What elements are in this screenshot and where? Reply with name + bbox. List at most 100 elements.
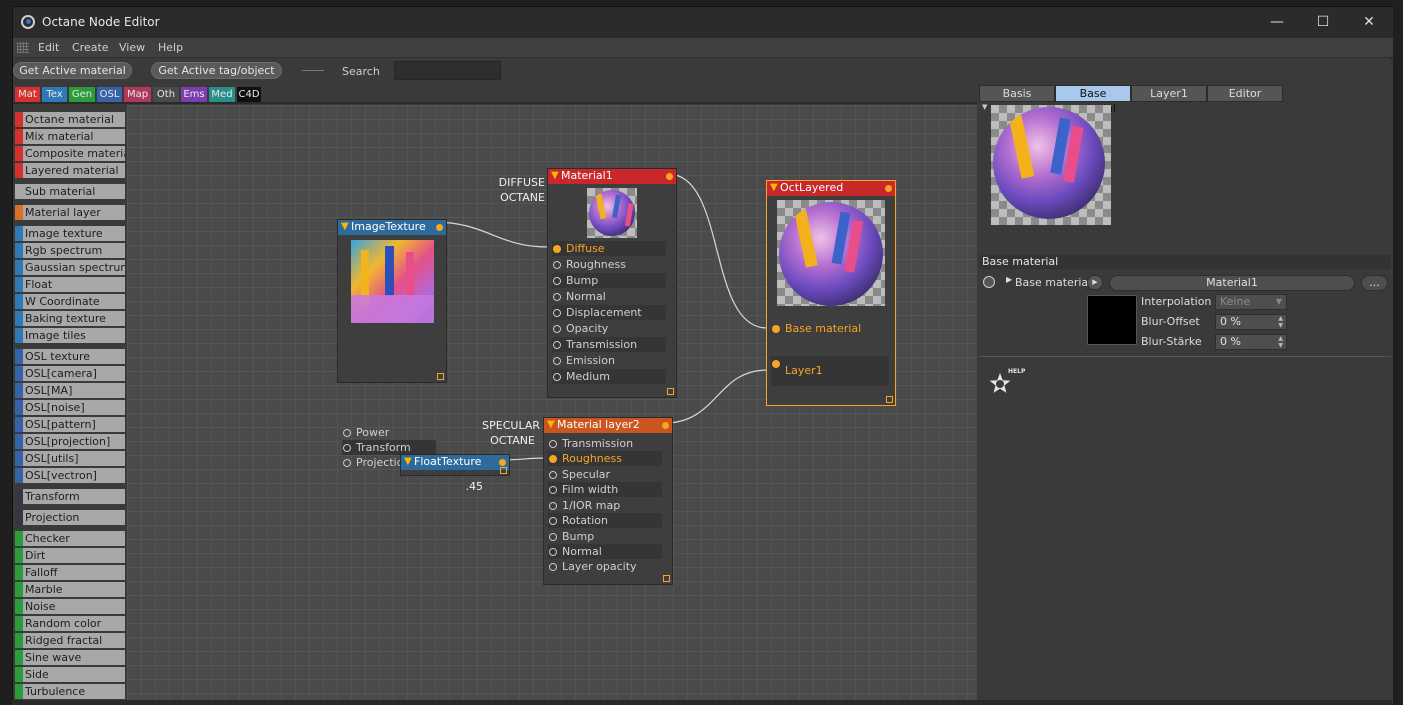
node-header[interactable]: ▼ FloatTexture [401,455,509,470]
base-material-link-field[interactable]: Material1 [1109,275,1355,291]
menu-view[interactable]: View [119,41,145,54]
node-material-layer2[interactable]: ▼ Material layer2 Transmission Roughness… [543,417,673,585]
menu-help[interactable]: Help [158,41,183,54]
collapse-triangle-icon[interactable]: ▼ [551,169,559,183]
output-port-icon[interactable] [499,459,506,466]
sidebar-item-baking-texture[interactable]: Baking texture [15,311,125,326]
port-transform[interactable]: Transform [342,440,436,455]
sidebar-item-marble[interactable]: Marble [15,582,125,597]
port-normal[interactable]: Normal [552,289,606,304]
node-header[interactable]: ▼ OctLayered [767,181,895,196]
port-ior-map[interactable]: 1/IOR map [548,498,620,513]
preview-menu-triangle-icon[interactable]: ▼ [982,103,987,111]
tab-layer1[interactable]: Layer1 [1131,85,1207,102]
port-normal[interactable]: Normal [548,544,662,559]
sidebar-item-material-layer[interactable]: Material layer [15,205,125,220]
port-roughness[interactable]: Roughness [548,451,662,466]
port-emission[interactable]: Emission [552,353,615,368]
keyframe-radio-icon[interactable] [983,276,995,288]
expand-triangle-icon[interactable]: ▶ [1006,275,1012,284]
menu-edit[interactable]: Edit [38,41,59,54]
category-tab-oth[interactable]: Oth [153,87,179,103]
port-transmission[interactable]: Transmission [548,436,633,451]
node-header[interactable]: ▼ Material1 [548,169,676,184]
sidebar-item-mix-material[interactable]: Mix material [15,129,125,144]
port-bump[interactable]: Bump [552,273,666,288]
more-button[interactable]: ... [1361,275,1388,291]
sidebar-item-falloff[interactable]: Falloff [15,565,125,580]
sidebar-item-composite-material[interactable]: Composite material [15,146,125,161]
category-tab-osl[interactable]: OSL [97,87,122,103]
sidebar-item-random-color[interactable]: Random color [15,616,125,631]
sidebar-item-noise[interactable]: Noise [15,599,125,614]
interpolation-select[interactable]: Keine ▼ [1215,294,1287,310]
sidebar-item-osl-vectron[interactable]: OSL[vectron] [15,468,125,483]
sidebar-item-osl-texture[interactable]: OSL texture [15,349,125,364]
close-button[interactable]: ✕ [1358,13,1380,33]
category-tab-mat[interactable]: Mat [15,87,40,103]
category-tab-map[interactable]: Map [124,87,151,103]
port-bump[interactable]: Bump [548,529,594,544]
sidebar-item-checker[interactable]: Checker [15,531,125,546]
node-image-texture[interactable]: ▼ ImageTexture Power Transform Projectio… [337,219,447,469]
node-float-texture[interactable]: ▼ FloatTexture [400,454,510,476]
tab-basis[interactable]: Basis [979,85,1055,102]
output-port-icon[interactable] [885,185,892,192]
minimize-button[interactable]: — [1266,13,1288,33]
sidebar-item-osl-ma[interactable]: OSL[MA] [15,383,125,398]
spinner-arrows-icon[interactable]: ▲ ▼ [1278,315,1283,329]
sidebar-item-transform[interactable]: Transform [15,489,125,504]
sidebar-item-image-tiles[interactable]: Image tiles [15,328,125,343]
sidebar-item-image-texture[interactable]: Image texture [15,226,125,241]
octane-help-icon[interactable]: HELP [987,368,1025,397]
spinner-arrows-icon[interactable]: ▲ ▼ [1278,335,1283,349]
sidebar-item-osl-pattern[interactable]: OSL[pattern] [15,417,125,432]
port-film-width[interactable]: Film width [548,482,662,497]
port-layer-opacity[interactable]: Layer opacity [548,559,637,574]
node-header[interactable]: ▼ ImageTexture [338,220,446,235]
sidebar-item-sine-wave[interactable]: Sine wave [15,650,125,665]
color-swatch[interactable] [1087,295,1137,345]
sidebar-item-layered-material[interactable]: Layered material [15,163,125,178]
port-displacement[interactable]: Displacement [552,305,666,320]
port-layer1[interactable]: Layer1 [771,356,889,386]
search-input[interactable] [394,61,501,80]
blur-offset-input[interactable]: 0 % ▲ ▼ [1215,314,1287,330]
category-tab-c4d[interactable]: C4D [237,87,261,103]
tab-editor[interactable]: Editor [1207,85,1283,102]
output-port-icon[interactable] [436,224,443,231]
grip-icon[interactable] [17,42,29,53]
resize-handle-icon[interactable] [667,388,674,395]
port-transmission[interactable]: Transmission [552,337,666,352]
category-tab-ems[interactable]: Ems [181,87,207,103]
port-rotation[interactable]: Rotation [548,513,662,528]
collapse-triangle-icon[interactable]: ▼ [770,181,778,195]
get-active-tag-button[interactable]: Get Active tag/object [151,62,282,79]
sidebar-item-w-coordinate[interactable]: W Coordinate [15,294,125,309]
port-medium[interactable]: Medium [552,369,666,384]
sidebar-item-rgb-spectrum[interactable]: Rgb spectrum [15,243,125,258]
sidebar-item-projection[interactable]: Projection [15,510,125,525]
get-active-material-button[interactable]: Get Active material [13,62,132,79]
sidebar-item-sub-material[interactable]: Sub material [15,184,125,199]
node-header[interactable]: ▼ Material layer2 [544,418,672,433]
resize-handle-icon[interactable] [437,373,444,380]
sidebar-item-float[interactable]: Float [15,277,125,292]
menu-create[interactable]: Create [72,41,109,54]
resize-handle-icon[interactable] [500,467,507,474]
collapse-triangle-icon[interactable]: ▼ [404,455,412,469]
resize-handle-icon[interactable] [663,575,670,582]
tab-base-material[interactable]: Base material [1055,85,1131,115]
port-specular[interactable]: Specular [548,467,610,482]
collapse-triangle-icon[interactable]: ▼ [547,418,555,432]
blur-staerke-input[interactable]: 0 % ▲ ▼ [1215,334,1287,350]
sidebar-item-osl-camera[interactable]: OSL[camera] [15,366,125,381]
sidebar-item-turbulence[interactable]: Turbulence [15,684,125,699]
sidebar-item-octane-material[interactable]: Octane material [15,112,125,127]
link-arrow-icon[interactable]: ▶ [1087,275,1103,290]
node-canvas[interactable]: ▼ ImageTexture Power Transform Projectio… [127,105,977,702]
sidebar-item-side[interactable]: Side [15,667,125,682]
sidebar-item-dirt[interactable]: Dirt [15,548,125,563]
sidebar-item-osl-utils[interactable]: OSL[utils] [15,451,125,466]
port-roughness[interactable]: Roughness [552,257,626,272]
